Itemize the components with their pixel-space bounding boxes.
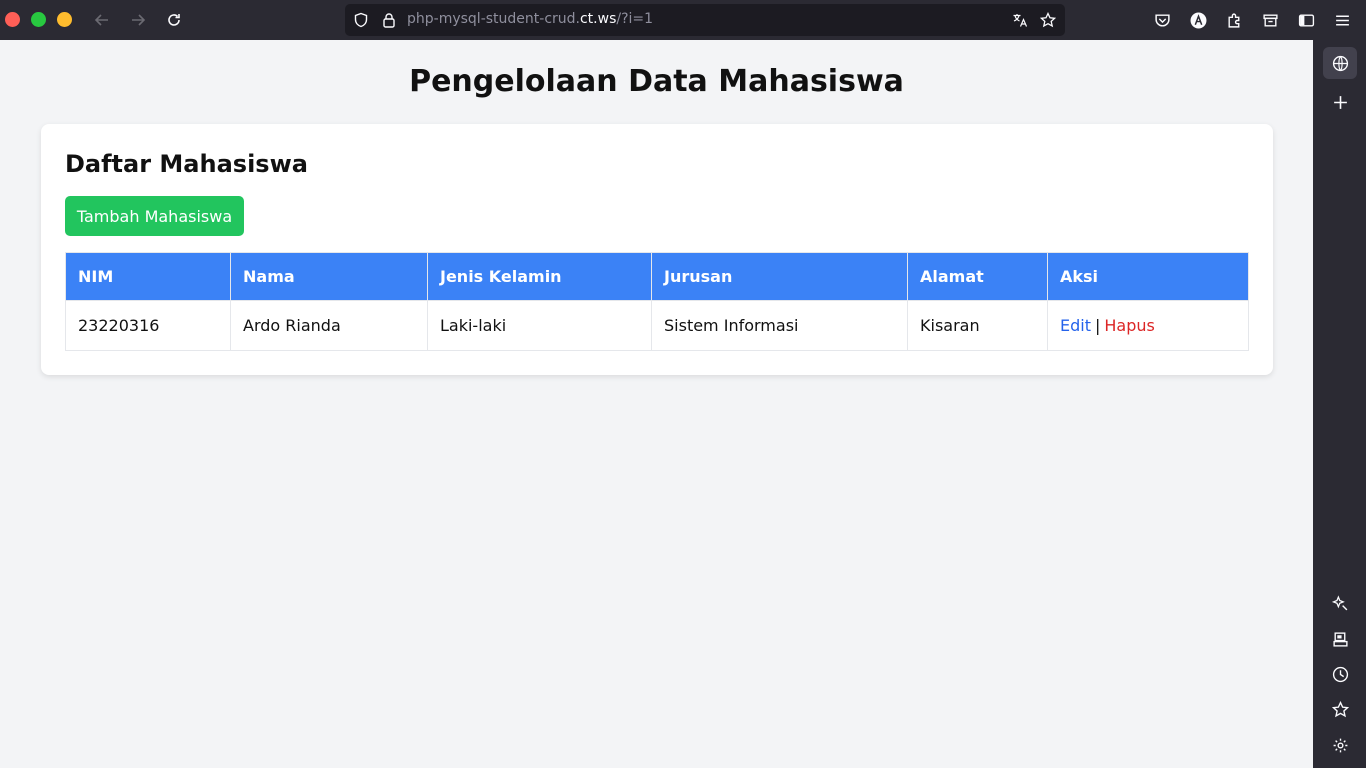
table-row: 23220316 Ardo Rianda Laki-laki Sistem In… xyxy=(65,300,1249,351)
delete-link[interactable]: Hapus xyxy=(1104,316,1154,335)
edit-link[interactable]: Edit xyxy=(1060,316,1091,335)
browser-toolbar: php-mysql-student-crud.ct.ws/?i=1 xyxy=(0,0,1366,40)
synced-tabs-icon[interactable] xyxy=(1323,623,1357,655)
close-window-button[interactable] xyxy=(5,12,20,27)
header-jenis-kelamin: Jenis Kelamin xyxy=(427,252,652,301)
action-separator: | xyxy=(1094,316,1101,335)
cell-nama: Ardo Rianda xyxy=(230,300,428,351)
reload-icon[interactable] xyxy=(162,8,186,32)
header-nama: Nama xyxy=(230,252,428,301)
maximize-window-button[interactable] xyxy=(31,12,46,27)
pocket-icon[interactable] xyxy=(1152,10,1172,30)
globe-icon[interactable] xyxy=(1323,47,1357,79)
shield-icon[interactable] xyxy=(353,12,369,28)
minimize-window-button[interactable] xyxy=(57,12,72,27)
extensions-icon[interactable] xyxy=(1224,10,1244,30)
history-clock-icon[interactable] xyxy=(1323,658,1357,690)
settings-gear-icon[interactable] xyxy=(1323,729,1357,761)
forward-icon[interactable] xyxy=(126,8,150,32)
url-prefix: php-mysql-student-crud. xyxy=(407,11,580,27)
table-header-row: NIM Nama Jenis Kelamin Jurusan Alamat Ak… xyxy=(65,252,1249,301)
plus-icon[interactable] xyxy=(1323,86,1357,118)
browser-sidebar xyxy=(1313,40,1366,768)
url-path: /?i=1 xyxy=(616,11,654,27)
card-title: Daftar Mahasiswa xyxy=(65,150,308,178)
cell-aksi: Edit | Hapus xyxy=(1047,300,1249,351)
student-list-card: Daftar Mahasiswa Tambah Mahasiswa NIM Na… xyxy=(41,124,1273,375)
cell-jurusan: Sistem Informasi xyxy=(651,300,908,351)
bookmark-star-icon[interactable] xyxy=(1039,11,1057,28)
bookmarks-star-icon[interactable] xyxy=(1323,693,1357,725)
account-avatar-icon[interactable] xyxy=(1188,10,1208,30)
page-title: Pengelolaan Data Mahasiswa xyxy=(409,64,904,99)
header-alamat: Alamat xyxy=(907,252,1048,301)
cell-nim: 23220316 xyxy=(65,300,231,351)
lock-icon[interactable] xyxy=(381,12,397,28)
sidebar-toggle-icon[interactable] xyxy=(1296,10,1316,30)
back-icon[interactable] xyxy=(90,8,114,32)
cell-alamat: Kisaran xyxy=(907,300,1048,351)
ai-sparkle-icon[interactable] xyxy=(1323,587,1357,619)
add-student-button[interactable]: Tambah Mahasiswa xyxy=(65,196,244,236)
translate-icon[interactable] xyxy=(1012,12,1028,28)
containers-icon[interactable] xyxy=(1260,10,1280,30)
header-nim: NIM xyxy=(65,252,231,301)
header-jurusan: Jurusan xyxy=(651,252,908,301)
url-bar[interactable]: php-mysql-student-crud.ct.ws/?i=1 xyxy=(345,4,1065,36)
student-table: NIM Nama Jenis Kelamin Jurusan Alamat Ak… xyxy=(65,252,1249,351)
header-aksi: Aksi xyxy=(1047,252,1249,301)
url-host: ct.ws xyxy=(579,11,617,27)
cell-jenis-kelamin: Laki-laki xyxy=(427,300,652,351)
menu-icon[interactable] xyxy=(1332,10,1352,30)
page-content: Pengelolaan Data Mahasiswa Daftar Mahasi… xyxy=(0,40,1313,768)
url-text[interactable]: php-mysql-student-crud.ct.ws/?i=1 xyxy=(407,11,653,27)
